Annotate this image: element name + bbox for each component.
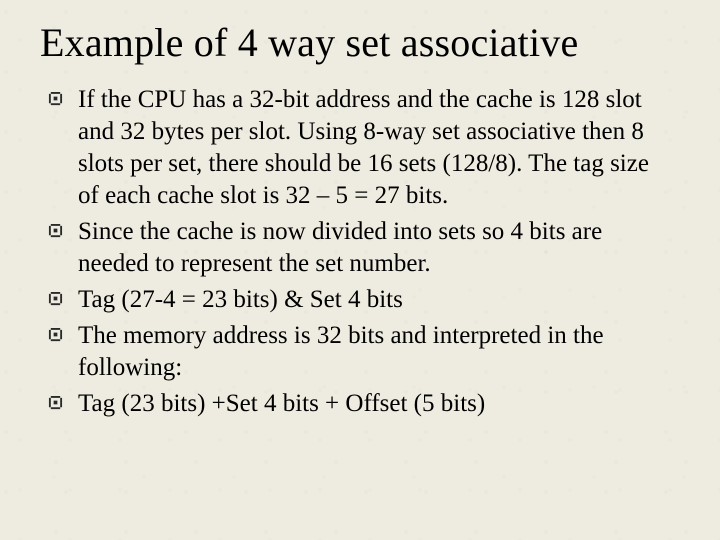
bullet-icon bbox=[48, 291, 63, 306]
bullet-text: Since the cache is now divided into sets… bbox=[78, 218, 602, 277]
list-item: The memory address is 32 bits and interp… bbox=[48, 320, 676, 384]
bullet-icon bbox=[48, 327, 63, 342]
bullet-icon bbox=[48, 91, 63, 106]
list-item: Since the cache is now divided into sets… bbox=[48, 216, 676, 280]
bullet-icon bbox=[48, 395, 63, 410]
bullet-list: If the CPU has a 32-bit address and the … bbox=[40, 84, 680, 420]
list-item: Tag (23 bits) +Set 4 bits + Offset (5 bi… bbox=[48, 388, 676, 420]
bullet-icon bbox=[48, 223, 63, 238]
list-item: Tag (27-4 = 23 bits) & Set 4 bits bbox=[48, 284, 676, 316]
slide: Example of 4 way set associative If the … bbox=[0, 0, 720, 540]
list-item: If the CPU has a 32-bit address and the … bbox=[48, 84, 676, 212]
bullet-text: Tag (23 bits) +Set 4 bits + Offset (5 bi… bbox=[78, 390, 485, 417]
bullet-text: If the CPU has a 32-bit address and the … bbox=[78, 86, 649, 209]
slide-title: Example of 4 way set associative bbox=[40, 20, 680, 66]
bullet-text: The memory address is 32 bits and interp… bbox=[78, 322, 604, 381]
bullet-text: Tag (27-4 = 23 bits) & Set 4 bits bbox=[78, 286, 403, 313]
